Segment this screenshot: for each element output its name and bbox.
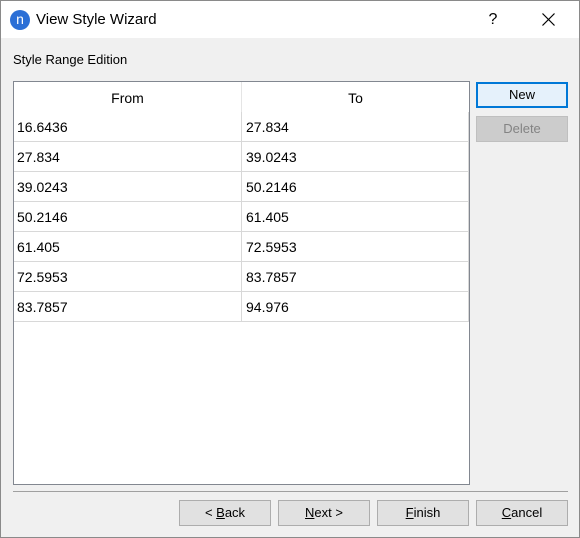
window-title: View Style Wizard: [36, 11, 157, 28]
table-header: From To: [14, 82, 469, 112]
footer-separator: [13, 491, 568, 492]
style-range-table[interactable]: From To 16.6436 27.834 27.834 39.0243 39…: [13, 81, 470, 485]
from-cell[interactable]: 61.405: [14, 232, 242, 262]
to-cell[interactable]: 94.976: [242, 292, 469, 322]
finish-button[interactable]: Finish: [377, 500, 469, 526]
section-label: Style Range Edition: [13, 52, 128, 67]
back-button[interactable]: < Back: [179, 500, 271, 526]
from-cell[interactable]: 72.5953: [14, 262, 242, 292]
column-header-to[interactable]: To: [242, 82, 469, 112]
close-icon: [542, 13, 555, 26]
next-label-mnemonic: N: [305, 505, 315, 520]
column-header-from[interactable]: From: [14, 82, 242, 112]
to-cell[interactable]: 39.0243: [242, 142, 469, 172]
from-cell[interactable]: 27.834: [14, 142, 242, 172]
back-label-mnemonic: B: [216, 505, 225, 520]
finish-label-rest: inish: [413, 505, 441, 520]
to-cell[interactable]: 61.405: [242, 202, 469, 232]
table-row[interactable]: 61.405 72.5953: [14, 232, 469, 262]
back-label-prefix: <: [204, 505, 217, 520]
table-row[interactable]: 27.834 39.0243: [14, 142, 469, 172]
back-label-rest: ack: [224, 505, 246, 520]
to-cell[interactable]: 72.5953: [242, 232, 469, 262]
from-cell[interactable]: 16.6436: [14, 112, 242, 142]
close-button[interactable]: [527, 1, 571, 38]
to-cell[interactable]: 27.834: [242, 112, 469, 142]
new-button[interactable]: New: [476, 82, 568, 108]
from-cell[interactable]: 50.2146: [14, 202, 242, 232]
from-cell[interactable]: 39.0243: [14, 172, 242, 202]
help-button[interactable]: ?: [471, 1, 515, 38]
to-cell[interactable]: 83.7857: [242, 262, 469, 292]
table-row[interactable]: 83.7857 94.976: [14, 292, 469, 322]
cancel-button[interactable]: Cancel: [476, 500, 568, 526]
cancel-label-rest: ancel: [511, 505, 543, 520]
table-row[interactable]: 16.6436 27.834: [14, 112, 469, 142]
from-cell[interactable]: 83.7857: [14, 292, 242, 322]
view-style-wizard-dialog: n View Style Wizard ? Style Range Editio…: [0, 0, 580, 538]
next-button[interactable]: Next >: [278, 500, 370, 526]
delete-button: Delete: [476, 116, 568, 142]
title-bar[interactable]: n View Style Wizard ?: [1, 1, 579, 38]
table-row[interactable]: 50.2146 61.405: [14, 202, 469, 232]
to-cell[interactable]: 50.2146: [242, 172, 469, 202]
app-logo-icon: n: [10, 10, 30, 30]
table-row[interactable]: 39.0243 50.2146: [14, 172, 469, 202]
table-row[interactable]: 72.5953 83.7857: [14, 262, 469, 292]
table-body: 16.6436 27.834 27.834 39.0243 39.0243 50…: [14, 112, 469, 322]
finish-label-mnemonic: F: [405, 505, 414, 520]
cancel-label-mnemonic: C: [501, 505, 512, 520]
next-label-rest: ext >: [314, 505, 343, 520]
